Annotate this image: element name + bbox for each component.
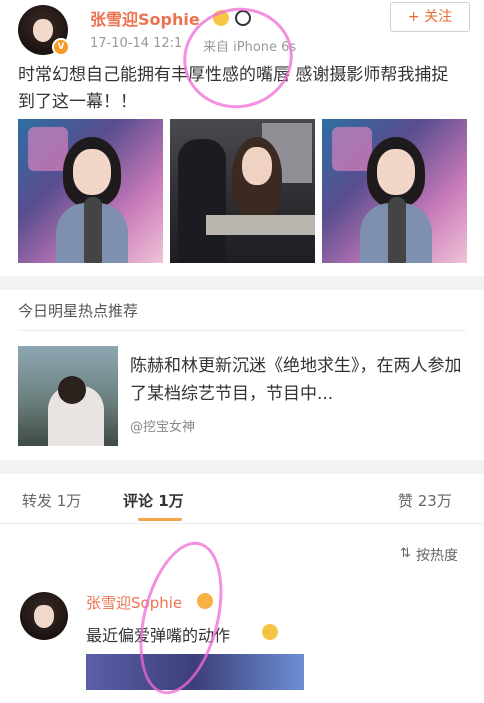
avatar-face xyxy=(33,19,53,42)
microphone-icon xyxy=(388,197,406,263)
photo-1-face xyxy=(73,149,111,195)
post-photo-2[interactable] xyxy=(170,119,315,263)
tab-repost[interactable]: 转发 1万 xyxy=(22,490,81,511)
post-time: 17-10-14 12:1 xyxy=(90,36,183,51)
tab-like[interactable]: 赞 23万 xyxy=(398,490,452,511)
photo-3-neon xyxy=(332,127,372,171)
recommend-line xyxy=(18,330,466,331)
section-divider xyxy=(0,276,484,290)
tabs-bottom-border xyxy=(0,523,484,524)
thumbnail-head xyxy=(58,376,86,404)
laugh-emoji-icon xyxy=(262,624,278,640)
section-divider xyxy=(0,460,484,474)
photo-1-neon xyxy=(28,127,68,171)
comment-avatar-face xyxy=(34,605,54,628)
verified-badge-icon: V xyxy=(52,38,70,56)
sort-by-hot-button[interactable]: 按热度 xyxy=(416,545,458,565)
recommend-section-title: 今日明星热点推荐 xyxy=(18,302,139,320)
photo-2-man xyxy=(178,139,226,263)
recommend-article-title[interactable]: 陈赫和林更新沉迷《绝地求生》，在两人参加了某档综艺节目，节目中... xyxy=(130,352,466,408)
sort-icon: ⇅ xyxy=(400,546,411,561)
post-photo-3[interactable] xyxy=(322,119,467,263)
post-photo-1[interactable] xyxy=(18,119,163,263)
tab-comment-indicator xyxy=(138,518,182,521)
microphone-icon xyxy=(84,197,102,263)
comment-author-avatar[interactable] xyxy=(20,592,68,640)
tab-comment[interactable]: 评论 1万 xyxy=(123,490,184,511)
photo-3-face xyxy=(377,149,415,195)
author-name[interactable]: 张雪迎Sophie xyxy=(90,6,200,30)
recommend-article-source[interactable]: @挖宝女神 xyxy=(130,416,195,435)
photo-2-woman-face xyxy=(242,147,272,185)
photo-2-table xyxy=(206,215,315,235)
recommend-thumbnail[interactable] xyxy=(18,346,118,446)
follow-button[interactable]: + 关注 xyxy=(390,2,470,32)
